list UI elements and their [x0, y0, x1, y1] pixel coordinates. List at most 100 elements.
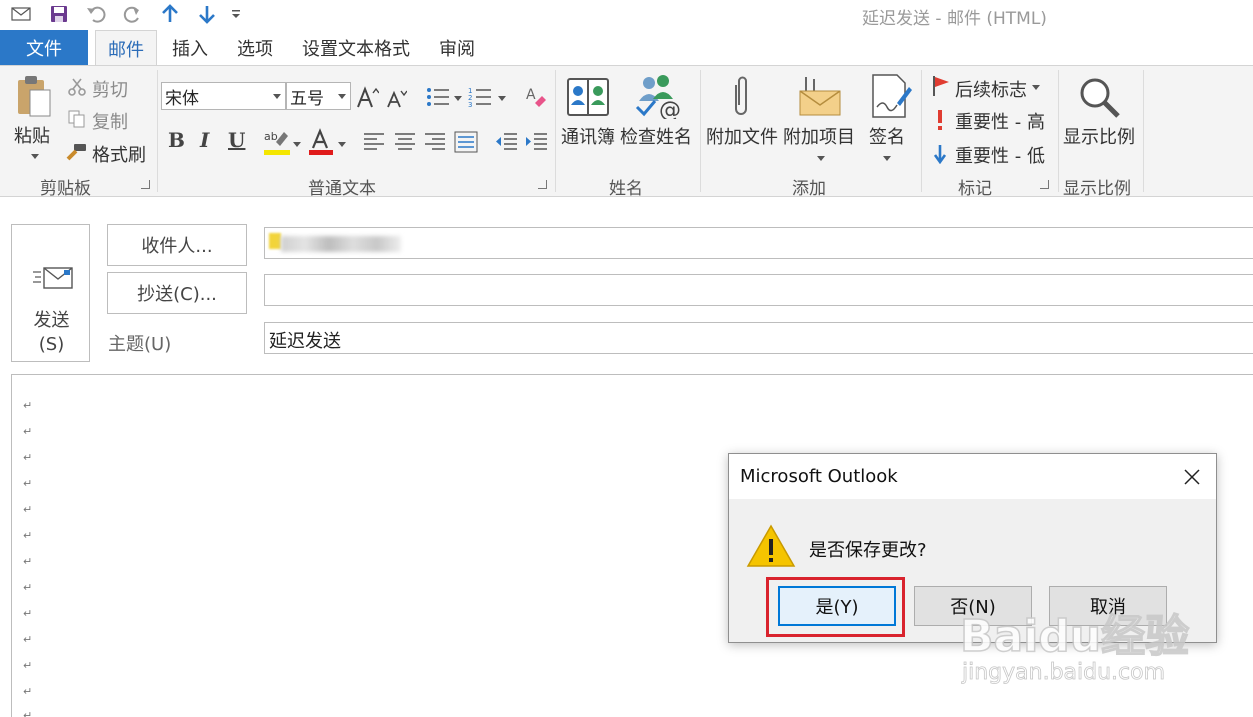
paragraph-mark: ↵ — [23, 555, 33, 568]
attach-item-button[interactable]: 附加项目 — [783, 123, 855, 149]
no-button[interactable]: 否(N) — [914, 586, 1032, 626]
highlight-dropdown-arrow[interactable] — [293, 142, 301, 147]
format-painter-button[interactable]: 格式刷 — [92, 141, 146, 167]
bullets-icon[interactable] — [424, 84, 452, 110]
decrease-indent-icon[interactable] — [493, 130, 519, 154]
high-importance-button[interactable]: 重要性 - 高 — [955, 108, 1045, 134]
numbering-dropdown-arrow[interactable] — [498, 96, 506, 101]
paste-button[interactable]: 粘贴 — [14, 122, 50, 148]
low-importance-icon — [930, 142, 950, 166]
font-size-combo[interactable]: 五号 — [286, 82, 351, 110]
clipboard-launcher-icon[interactable] — [141, 180, 150, 189]
annotation-highlight-box — [766, 577, 905, 637]
tab-options[interactable]: 选项 — [230, 30, 280, 65]
attach-file-button[interactable]: 附加文件 — [706, 123, 778, 149]
save-icon[interactable] — [46, 2, 72, 26]
copy-icon — [66, 108, 88, 130]
font-color-icon[interactable] — [307, 128, 335, 156]
tab-mail[interactable]: 邮件 — [95, 30, 157, 66]
blurred-recipient — [281, 236, 401, 252]
names-group-label: 姓名 — [609, 179, 643, 199]
customize-qat-icon[interactable] — [224, 2, 248, 26]
low-importance-button[interactable]: 重要性 - 低 — [955, 142, 1045, 168]
paragraph-mark: ↵ — [23, 477, 33, 490]
paragraph-mark: ↵ — [23, 451, 33, 464]
follow-up-button[interactable]: 后续标志 — [955, 76, 1027, 102]
redo-icon[interactable] — [119, 2, 145, 26]
zoom-icon — [1076, 74, 1122, 120]
shrink-font-icon[interactable] — [385, 86, 407, 110]
group-separator — [1058, 70, 1059, 192]
group-separator — [1143, 70, 1144, 192]
cc-field[interactable] — [264, 274, 1253, 306]
group-separator — [157, 70, 158, 192]
paragraph-mark: ↵ — [23, 399, 33, 412]
copy-button[interactable]: 复制 — [92, 108, 128, 134]
clipboard-group-label: 剪贴板 — [40, 179, 91, 199]
align-right-icon[interactable] — [423, 130, 447, 154]
undo-icon[interactable] — [83, 2, 109, 26]
tab-format-text[interactable]: 设置文本格式 — [296, 30, 416, 65]
bullets-dropdown-arrow[interactable] — [454, 96, 462, 101]
highlight-icon[interactable]: ab — [262, 128, 292, 156]
paragraph-mark: ↵ — [23, 709, 33, 717]
grow-font-icon[interactable] — [355, 84, 379, 110]
zoom-group-label: 显示比例 — [1063, 179, 1131, 199]
subject-field[interactable]: 延迟发送 — [264, 322, 1253, 354]
cc-button[interactable]: 抄送(C)... — [107, 272, 247, 314]
paperclip-icon — [723, 72, 759, 120]
attach-item-icon — [795, 72, 843, 120]
arrow-up-icon[interactable] — [157, 2, 183, 26]
window-title: 延迟发送 - 邮件 (HTML) — [862, 9, 1047, 29]
address-book-button[interactable]: 通讯簿 — [561, 123, 615, 149]
group-separator — [555, 70, 556, 192]
signature-button[interactable]: 签名 — [869, 123, 905, 149]
increase-indent-icon[interactable] — [523, 130, 549, 154]
format-painter-icon — [64, 141, 88, 163]
paste-dropdown-arrow[interactable] — [31, 154, 39, 159]
svg-text:@: @ — [659, 98, 681, 119]
blurred-contact-icon — [269, 233, 281, 249]
tab-review[interactable]: 审阅 — [432, 30, 482, 65]
numbering-icon[interactable]: 123 — [466, 84, 494, 110]
align-left-icon[interactable] — [362, 130, 386, 154]
chevron-down-icon — [273, 94, 281, 99]
to-button[interactable]: 收件人... — [107, 224, 247, 266]
basic-text-launcher-icon[interactable] — [538, 180, 547, 189]
tags-launcher-icon[interactable] — [1040, 180, 1049, 189]
address-book-icon — [563, 74, 613, 120]
italic-button[interactable]: I — [200, 128, 209, 152]
paragraph-mark: ↵ — [23, 529, 33, 542]
check-names-button[interactable]: 检查姓名 — [620, 123, 692, 149]
ribbon: 粘贴 剪切 复制 格式刷 剪贴板 宋体 五号 1 2 3 A B I U ab … — [0, 65, 1253, 199]
subject-label: 主题(U) — [108, 334, 172, 355]
cut-button[interactable]: 剪切 — [92, 76, 128, 102]
font-size-value: 五号 — [290, 88, 324, 109]
font-color-dropdown-arrow[interactable] — [338, 142, 346, 147]
justify-icon[interactable] — [453, 130, 479, 154]
close-icon[interactable] — [1180, 465, 1204, 489]
send-button[interactable]: 发送 (S) — [11, 224, 90, 362]
cancel-button[interactable]: 取消 — [1049, 586, 1167, 626]
clear-formatting-icon[interactable]: A — [524, 84, 548, 110]
align-center-icon[interactable] — [393, 130, 417, 154]
tab-insert[interactable]: 插入 — [165, 30, 215, 65]
font-name-combo[interactable]: 宋体 — [161, 82, 286, 110]
attach-item-dropdown-arrow[interactable] — [817, 156, 825, 161]
group-separator — [700, 70, 701, 192]
warning-icon — [746, 522, 796, 570]
signature-dropdown-arrow[interactable] — [883, 156, 891, 161]
paste-icon[interactable] — [12, 74, 56, 118]
underline-button[interactable]: U — [228, 128, 245, 152]
follow-up-dropdown-arrow[interactable] — [1032, 85, 1040, 90]
send-envelope-icon — [31, 263, 75, 293]
tab-file[interactable]: 文件 — [0, 30, 88, 65]
to-field[interactable] — [264, 227, 1253, 259]
subject-value: 延迟发送 — [269, 331, 341, 352]
bold-button[interactable]: B — [168, 128, 185, 152]
zoom-button[interactable]: 显示比例 — [1063, 123, 1135, 149]
chevron-down-icon — [338, 94, 346, 99]
dialog-message: 是否保存更改? — [809, 540, 927, 561]
arrow-down-icon[interactable] — [194, 2, 220, 26]
send-text: 发送 — [33, 310, 70, 331]
